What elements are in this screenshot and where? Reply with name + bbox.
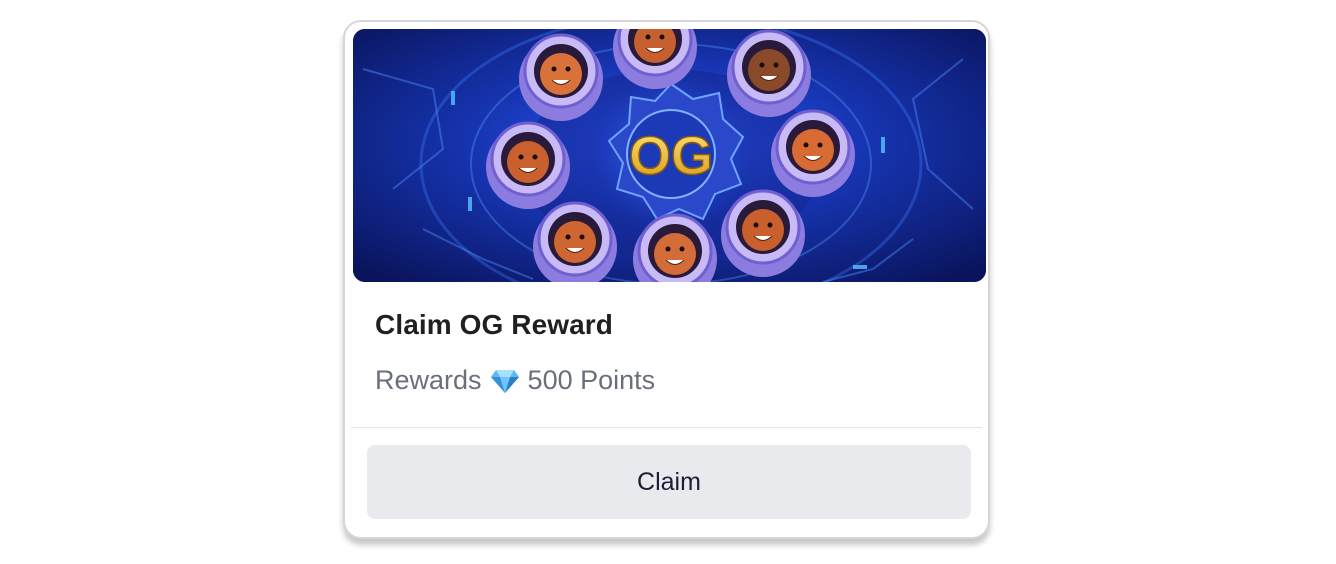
astronaut-figure: [486, 121, 570, 209]
claim-button[interactable]: Claim: [367, 445, 971, 519]
astronaut-figure: [727, 29, 811, 117]
reward-title: Claim OG Reward: [375, 309, 614, 340]
astronaut-figure: [519, 33, 603, 121]
diamond-icon: [490, 368, 520, 394]
astronaut-figure: [721, 189, 805, 277]
card-divider: [351, 427, 982, 428]
astronaut-figure: [771, 109, 855, 197]
og-astronauts-illustration: OG: [353, 29, 986, 282]
reward-card: OG Claim OG Reward Rewards 500 Points Cl…: [343, 20, 990, 539]
og-reward-banner-image: OG: [353, 29, 986, 282]
og-badge-text: OG: [629, 126, 713, 186]
rewards-amount: 500 Points: [527, 365, 656, 395]
rewards-label: Rewards: [375, 365, 482, 395]
rewards-line: Rewards 500 Points: [375, 365, 655, 396]
